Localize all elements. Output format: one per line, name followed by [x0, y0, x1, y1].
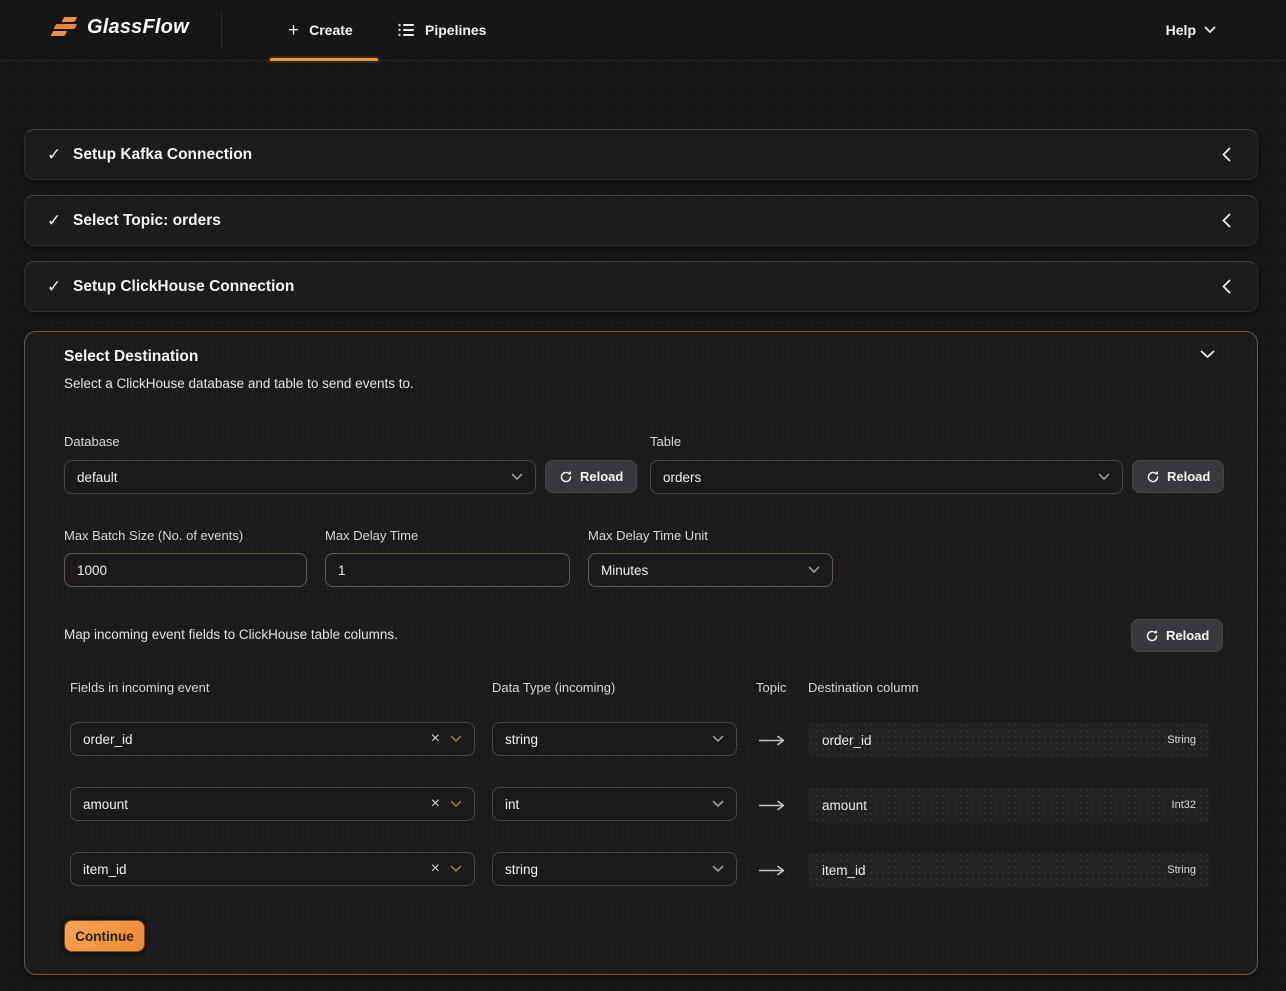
max-batch-value: 1000: [77, 563, 107, 578]
max-delay-unit-select[interactable]: Minutes: [588, 553, 833, 587]
accordion-title: Setup Kafka Connection: [73, 146, 252, 164]
chevron-down-icon: [712, 735, 724, 743]
reload-label: Reload: [1166, 628, 1209, 643]
glassflow-logo-icon: [52, 17, 79, 38]
accordion-select-topic[interactable]: ✓ Select Topic: orders: [24, 195, 1258, 246]
plus-icon: +: [288, 21, 299, 40]
section-title: Select Destination: [64, 348, 198, 366]
chevron-down-icon: [450, 865, 462, 873]
chevron-down-icon: [450, 800, 462, 808]
section-subtitle: Select a ClickHouse database and table t…: [64, 376, 414, 391]
mapping-field-select[interactable]: amount ×: [70, 787, 475, 821]
destination-column-name: item_id: [822, 863, 866, 878]
clear-icon[interactable]: ×: [431, 795, 440, 813]
refresh-icon: [1145, 629, 1159, 643]
accordion-clickhouse-connection[interactable]: ✓ Setup ClickHouse Connection: [24, 261, 1258, 312]
continue-button[interactable]: Continue: [64, 920, 145, 952]
arrow-right-icon: [758, 865, 786, 876]
reload-tables-button[interactable]: Reload: [1132, 460, 1224, 493]
max-delay-label: Max Delay Time: [325, 528, 418, 543]
mapping-field-select[interactable]: order_id ×: [70, 722, 475, 756]
chevron-down-icon: [1098, 473, 1110, 481]
mapping-type-select[interactable]: int: [492, 787, 737, 821]
arrow-right-icon: [758, 800, 786, 811]
reload-databases-button[interactable]: Reload: [545, 460, 637, 493]
arrow-right-icon: [758, 735, 786, 746]
max-batch-input[interactable]: 1000: [64, 553, 307, 587]
help-menu[interactable]: Help: [1166, 0, 1216, 60]
max-delay-unit-value: Minutes: [601, 563, 648, 578]
mapping-type-value: int: [505, 797, 519, 812]
refresh-icon: [559, 470, 573, 484]
column-header-topic: Topic: [756, 680, 786, 695]
database-select-value: default: [77, 470, 118, 485]
help-label: Help: [1166, 22, 1196, 38]
top-nav: GlassFlow + Create Pipelines Help: [0, 0, 1286, 61]
mapping-type-select[interactable]: string: [492, 852, 737, 886]
refresh-icon: [1146, 470, 1160, 484]
check-icon: ✓: [47, 277, 69, 297]
destination-column-type: String: [1167, 864, 1196, 876]
destination-column-pill: order_id String: [808, 722, 1210, 758]
chevron-down-icon: [1204, 26, 1216, 34]
tab-pipelines-label: Pipelines: [425, 22, 486, 38]
destination-column-pill: amount Int32: [808, 787, 1210, 823]
max-delay-input[interactable]: 1: [325, 553, 570, 587]
tab-create-label: Create: [309, 22, 353, 38]
destination-column-pill: item_id String: [808, 852, 1210, 888]
chevron-down-icon: [511, 473, 523, 481]
pipelines-list-icon: [398, 22, 415, 38]
tab-create[interactable]: + Create: [288, 0, 353, 60]
accordion-title: Select Topic: orders: [73, 212, 221, 230]
reload-label: Reload: [580, 469, 623, 484]
chevron-left-icon[interactable]: [1222, 213, 1231, 228]
chevron-down-icon: [712, 800, 724, 808]
mapping-type-select[interactable]: string: [492, 722, 737, 756]
column-header-destination: Destination column: [808, 680, 919, 695]
mapping-type-value: string: [505, 862, 538, 877]
check-icon: ✓: [47, 211, 69, 231]
tab-pipelines[interactable]: Pipelines: [398, 0, 486, 60]
column-header-type: Data Type (incoming): [492, 680, 615, 695]
table-select[interactable]: orders: [650, 460, 1123, 494]
mapping-hint: Map incoming event fields to ClickHouse …: [64, 627, 398, 642]
chevron-left-icon[interactable]: [1222, 279, 1231, 294]
destination-column-type: Int32: [1172, 799, 1196, 811]
accordion-kafka-connection[interactable]: ✓ Setup Kafka Connection: [24, 129, 1258, 180]
mapping-field-value: order_id: [83, 732, 133, 747]
header-divider: [221, 13, 222, 47]
mapping-field-value: amount: [83, 797, 128, 812]
max-batch-label: Max Batch Size (No. of events): [64, 528, 243, 543]
accordion-title: Setup ClickHouse Connection: [73, 278, 294, 296]
brand-logo[interactable]: GlassFlow: [52, 16, 189, 39]
chevron-down-icon: [450, 735, 462, 743]
table-select-value: orders: [663, 470, 701, 485]
mapping-field-select[interactable]: item_id ×: [70, 852, 475, 886]
brand-name: GlassFlow: [87, 16, 189, 39]
table-label: Table: [650, 434, 681, 449]
continue-label: Continue: [75, 929, 134, 944]
destination-column-name: amount: [822, 798, 867, 813]
reload-label: Reload: [1167, 469, 1210, 484]
mapping-type-value: string: [505, 732, 538, 747]
chevron-down-icon[interactable]: [1200, 350, 1215, 359]
column-header-fields: Fields in incoming event: [70, 680, 209, 695]
destination-column-type: String: [1167, 734, 1196, 746]
app-window: GlassFlow + Create Pipelines Help ✓ Setu…: [0, 0, 1286, 991]
check-icon: ✓: [47, 145, 69, 165]
database-label: Database: [64, 434, 120, 449]
chevron-down-icon: [712, 865, 724, 873]
database-select[interactable]: default: [64, 460, 536, 494]
destination-column-name: order_id: [822, 733, 872, 748]
max-delay-unit-label: Max Delay Time Unit: [588, 528, 708, 543]
mapping-field-value: item_id: [83, 862, 127, 877]
reload-mapping-button[interactable]: Reload: [1131, 619, 1223, 652]
chevron-down-icon: [808, 566, 820, 574]
active-tab-indicator: [270, 58, 378, 61]
max-delay-value: 1: [338, 563, 346, 578]
clear-icon[interactable]: ×: [431, 730, 440, 748]
chevron-left-icon[interactable]: [1222, 147, 1231, 162]
clear-icon[interactable]: ×: [431, 860, 440, 878]
